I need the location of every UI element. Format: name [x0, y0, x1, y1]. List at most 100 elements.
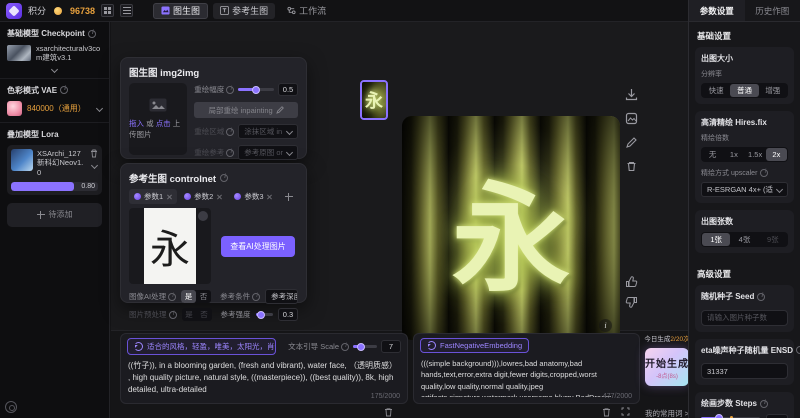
toggle-yes[interactable]: 是	[182, 308, 197, 321]
remove-reference-icon[interactable]	[198, 211, 208, 221]
tab-img2img[interactable]: 图生图	[153, 3, 208, 19]
edit-icon[interactable]	[625, 136, 638, 149]
add-lora-button[interactable]: 待添加	[7, 203, 102, 227]
controlnet-panel: 参考生图 controlnet 参数1 参数2 参数3 永 查看AI处理图片 图…	[120, 163, 307, 303]
condition-dropdown[interactable]: 参考深度 dept	[265, 289, 298, 304]
checkpoint-model-row[interactable]: xsarchitecturalv3com建筑v3.1	[7, 44, 102, 63]
toggle-no[interactable]: 否	[196, 290, 211, 303]
controlnet-tab-2[interactable]: 参数2	[179, 189, 227, 204]
image-info-icon[interactable]: i	[599, 319, 612, 332]
tab-reference[interactable]: 参考生图	[213, 3, 275, 19]
add-controlnet-tab[interactable]	[280, 191, 298, 203]
hires-1x[interactable]: 1x	[723, 148, 744, 161]
hires-1-5x[interactable]: 1.5x	[745, 148, 766, 161]
positive-prompt-text[interactable]: ((竹子)), in a blooming garden, (fresh and…	[121, 355, 407, 395]
inpainting-button[interactable]: 局部重绘 inpainting	[194, 102, 298, 118]
batch-9[interactable]: 9张	[759, 233, 787, 246]
hires-scale-options: 无 1x 1.5x 2x	[701, 147, 788, 162]
result-thumbnail[interactable]: 永	[360, 80, 388, 120]
expand-icon[interactable]	[621, 407, 630, 416]
info-icon	[226, 86, 234, 94]
vae-select[interactable]: 840000（通用）	[7, 101, 102, 116]
topbar: 积分 96738 图生图 参考生图 工作流	[0, 0, 688, 22]
resolution-enhanced[interactable]: 增强	[759, 84, 787, 97]
inpaint-ref-dropdown[interactable]: 参考原图 or	[238, 145, 298, 160]
preprocess-toggle[interactable]: 是 否	[182, 308, 212, 321]
help-icon[interactable]	[5, 401, 17, 413]
view-processed-button[interactable]: 查看AI处理图片	[221, 236, 295, 257]
chevron-down-icon[interactable]	[90, 162, 97, 169]
denoise-slider[interactable]	[238, 88, 274, 91]
ensd-input[interactable]	[701, 363, 788, 379]
info-icon	[169, 311, 177, 319]
upscaler-dropdown[interactable]: R-ESRGAN 4x+ (适合多种风	[701, 182, 788, 197]
denoise-value[interactable]: 0.5	[278, 83, 298, 96]
download-icon[interactable]	[625, 88, 638, 101]
favorite-prompts-link[interactable]: 我的常用词 >	[645, 408, 689, 418]
negative-prompt-tools	[602, 407, 630, 417]
condition-label: 参考条件	[220, 291, 260, 302]
controlnet-tab-1[interactable]: 参数1	[129, 189, 177, 204]
chevron-down-icon	[51, 66, 58, 73]
controlnet-icon	[220, 6, 229, 15]
cfg-scale-label: 文本引导 Scale	[288, 341, 349, 352]
close-icon[interactable]	[216, 194, 222, 200]
tab-history[interactable]: 历史作图	[745, 0, 800, 21]
clear-positive-icon[interactable]	[384, 407, 393, 417]
seed-input[interactable]	[701, 310, 788, 326]
delete-lora-icon[interactable]	[90, 149, 98, 158]
negative-prompt-box: FastNegativeEmbedding (((simple backgrou…	[413, 333, 640, 404]
cfg-scale-slider[interactable]	[353, 345, 377, 348]
menu-button[interactable]	[120, 4, 133, 17]
reuse-image-icon[interactable]	[625, 112, 638, 125]
cfg-scale-value[interactable]: 7	[381, 340, 401, 353]
resolution-normal[interactable]: 普通	[730, 84, 758, 97]
info-icon	[760, 169, 768, 177]
batch-4[interactable]: 4张	[730, 233, 758, 246]
thumbs-up-icon[interactable]	[625, 276, 638, 288]
ai-process-label: 图像AI处理	[129, 291, 176, 302]
hires-2x[interactable]: 2x	[766, 148, 787, 161]
style-suggestion-chip[interactable]: 适合的风格，轻盈，唯美，太阳光，肖像，杰作，最佳质量	[127, 338, 276, 355]
ai-process-toggle[interactable]: 是 否	[181, 290, 211, 303]
tab-parameters[interactable]: 参数设置	[689, 0, 745, 21]
controlnet-tab-3[interactable]: 参数3	[229, 189, 277, 204]
hires-none[interactable]: 无	[702, 148, 723, 161]
grid-view-button[interactable]	[101, 4, 114, 17]
negative-embedding-chip[interactable]: FastNegativeEmbedding	[420, 338, 529, 353]
toggle-no[interactable]: 否	[197, 308, 212, 321]
upload-drag-text: 拖入	[129, 119, 144, 128]
close-icon[interactable]	[166, 194, 172, 200]
checkpoint-collapse[interactable]	[7, 67, 102, 72]
strength-value[interactable]: 0.3	[278, 308, 298, 321]
batch-1[interactable]: 1张	[702, 233, 730, 246]
delete-image-icon[interactable]	[625, 160, 638, 173]
upload-click-text: 点击	[156, 119, 171, 128]
param-dot-icon	[134, 193, 141, 200]
lora-card[interactable]: XSArchi_127新科幻Neov1.0 0.80	[7, 145, 102, 195]
inpaint-ref-value: 参考原图 or	[244, 147, 283, 158]
resolution-fast[interactable]: 快速	[702, 84, 730, 97]
generate-column: 今日生成2/20次 开始生成 -8点(8s) 我的常用词 >	[646, 333, 688, 418]
refresh-icon	[427, 341, 436, 350]
pencil-icon	[276, 106, 284, 114]
inpaint-area-dropdown[interactable]: 涂抹区域 in	[238, 124, 298, 139]
clear-negative-icon[interactable]	[602, 407, 611, 417]
steps-value[interactable]: 30	[766, 414, 788, 418]
generate-button[interactable]: 开始生成 -8点(8s)	[645, 348, 689, 386]
app-logo[interactable]	[6, 3, 22, 19]
rating-controls	[625, 276, 638, 308]
reference-image-box[interactable]: 永	[129, 208, 211, 284]
size-card: 出图大小 分辨率 快速 普通 增强	[695, 47, 794, 104]
upscaler-value: R-ESRGAN 4x+ (适合多种风	[707, 184, 773, 195]
hires-title: 高清精绘 Hires.fix	[701, 117, 788, 128]
generated-image[interactable]: 永 i	[402, 116, 620, 340]
strength-slider[interactable]	[256, 313, 274, 316]
lora-weight-slider[interactable]: 0.80	[11, 182, 98, 191]
thumbs-down-icon[interactable]	[625, 296, 638, 308]
toggle-yes[interactable]: 是	[181, 290, 196, 303]
negative-prompt-text[interactable]: (((simple background))),lowres,bad anato…	[414, 353, 639, 397]
upload-dropzone[interactable]: 拖入 或 点击 上传图片	[129, 83, 187, 155]
close-icon[interactable]	[267, 194, 273, 200]
tab-workflow[interactable]: 工作流	[280, 3, 333, 19]
